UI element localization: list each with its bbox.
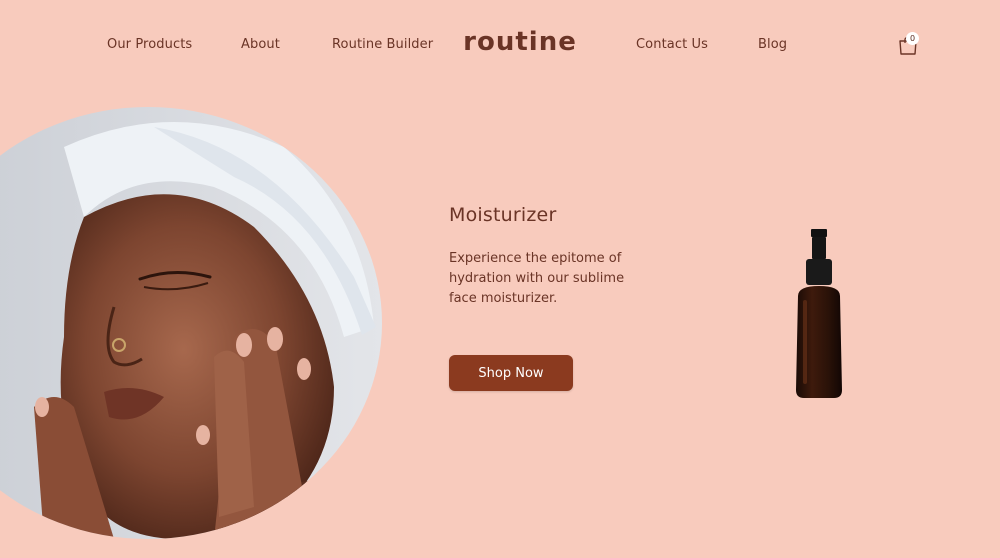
product-description: Experience the epitome of hydration with…	[449, 251, 625, 306]
nav-contact-us[interactable]: Contact Us	[636, 37, 708, 52]
cart-count-badge: 0	[906, 32, 919, 45]
page: Our Products About Routine Builder routi…	[0, 0, 1000, 558]
product-title: Moisturizer	[449, 204, 557, 226]
shop-now-button[interactable]: Shop Now	[449, 355, 573, 391]
nav-routine-builder[interactable]: Routine Builder	[332, 37, 433, 52]
logo-text: routine	[463, 28, 577, 57]
model-photo	[0, 107, 382, 539]
nav-about[interactable]: About	[241, 37, 280, 52]
nav-blog[interactable]: Blog	[758, 37, 787, 52]
moisturizer-bottle-image	[796, 229, 842, 398]
nav-our-products[interactable]: Our Products	[107, 37, 192, 52]
routine-logo[interactable]: routine	[456, 28, 584, 58]
